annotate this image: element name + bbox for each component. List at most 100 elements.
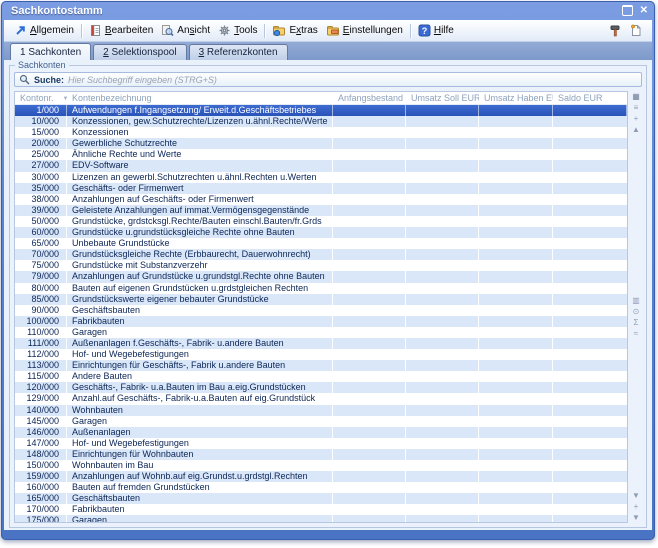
saldo-cell[interactable] [553,172,627,183]
menu-extras[interactable]: Extras [268,23,321,38]
umsatz-soll-cell[interactable] [406,160,479,171]
table-row[interactable]: 145/000 Garagen [15,416,627,427]
anfangsbestand-cell[interactable] [333,138,406,149]
saldo-cell[interactable] [553,127,627,138]
col-header-umsatz-soll[interactable]: Umsatz Soll EUR [406,92,479,104]
table-row[interactable]: 150/000 Wohnbauten im Bau [15,460,627,471]
saldo-cell[interactable] [553,493,627,504]
table-row[interactable]: 70/000 Grundstücksgleiche Rechte (Erbbau… [15,249,627,260]
anfangsbestand-cell[interactable] [333,493,406,504]
anfangsbestand-cell[interactable] [333,305,406,316]
saldo-cell[interactable] [553,515,627,523]
account-number-cell[interactable]: 148/000 [15,449,67,460]
account-name-cell[interactable]: Lizenzen an gewerbl.Schutzrechten u.ähnl… [67,172,333,183]
scroll-bottom-icon[interactable]: ▼ [630,512,643,523]
umsatz-soll-cell[interactable] [406,105,479,116]
umsatz-soll-cell[interactable] [406,283,479,294]
anfangsbestand-cell[interactable] [333,160,406,171]
table-row[interactable]: 140/000 Wohnbauten [15,405,627,416]
saldo-cell[interactable] [553,316,627,327]
account-name-cell[interactable]: Geschäfts- oder Firmenwert [67,183,333,194]
account-number-cell[interactable]: 38/000 [15,194,67,205]
anfangsbestand-cell[interactable] [333,515,406,523]
sum-icon[interactable]: Σ [630,317,643,328]
umsatz-soll-cell[interactable] [406,127,479,138]
umsatz-soll-cell[interactable] [406,194,479,205]
menu-bearbeiten[interactable]: Bearbeiten [85,23,157,38]
umsatz-soll-cell[interactable] [406,327,479,338]
umsatz-haben-cell[interactable] [479,482,553,493]
umsatz-haben-cell[interactable] [479,116,553,127]
umsatz-soll-cell[interactable] [406,249,479,260]
umsatz-haben-cell[interactable] [479,460,553,471]
account-name-cell[interactable]: Garagen [67,327,333,338]
umsatz-soll-cell[interactable] [406,382,479,393]
anfangsbestand-cell[interactable] [333,327,406,338]
table-row[interactable]: 35/000 Geschäfts- oder Firmenwert [15,183,627,194]
table-row[interactable]: 15/000 Konzessionen [15,127,627,138]
account-number-cell[interactable]: 65/000 [15,238,67,249]
umsatz-soll-cell[interactable] [406,271,479,282]
umsatz-haben-cell[interactable] [479,382,553,393]
umsatz-haben-cell[interactable] [479,371,553,382]
account-number-cell[interactable]: 50/000 [15,216,67,227]
umsatz-haben-cell[interactable] [479,149,553,160]
umsatz-haben-cell[interactable] [479,172,553,183]
account-name-cell[interactable]: Fabrikbauten [67,504,333,515]
account-name-cell[interactable]: Ähnliche Rechte und Werte [67,149,333,160]
saldo-cell[interactable] [553,482,627,493]
umsatz-soll-cell[interactable] [406,471,479,482]
umsatz-soll-cell[interactable] [406,149,479,160]
umsatz-haben-cell[interactable] [479,360,553,371]
umsatz-soll-cell[interactable] [406,305,479,316]
account-number-cell[interactable]: 160/000 [15,482,67,493]
umsatz-soll-cell[interactable] [406,316,479,327]
table-row[interactable]: 165/000 Geschäftsbauten [15,493,627,504]
account-number-cell[interactable]: 120/000 [15,382,67,393]
close-window-icon[interactable]: ✕ [640,6,648,16]
table-row[interactable]: 38/000 Anzahlungen auf Geschäfts- oder F… [15,194,627,205]
anfangsbestand-cell[interactable] [333,205,406,216]
account-number-cell[interactable]: 146/000 [15,427,67,438]
scroll-up-icon[interactable]: ▲ [630,124,643,135]
umsatz-soll-cell[interactable] [406,138,479,149]
umsatz-haben-cell[interactable] [479,338,553,349]
account-name-cell[interactable]: EDV-Software [67,160,333,171]
table-row[interactable]: 148/000 Einrichtungen für Wohnbauten [15,449,627,460]
umsatz-soll-cell[interactable] [406,504,479,515]
table-row[interactable]: 10/000 Konzessionen, gew.Schutzrechte/Li… [15,116,627,127]
saldo-cell[interactable] [553,305,627,316]
account-name-cell[interactable]: Geschäftsbauten [67,493,333,504]
anfangsbestand-cell[interactable] [333,227,406,238]
umsatz-soll-cell[interactable] [406,260,479,271]
anfangsbestand-cell[interactable] [333,271,406,282]
saldo-cell[interactable] [553,271,627,282]
umsatz-haben-cell[interactable] [479,327,553,338]
menu-tools[interactable]: Tools [214,23,261,38]
table-row[interactable]: 39/000 Geleistete Anzahlungen auf immat.… [15,205,627,216]
umsatz-haben-cell[interactable] [479,438,553,449]
saldo-cell[interactable] [553,249,627,260]
account-number-cell[interactable]: 27/000 [15,160,67,171]
umsatz-soll-cell[interactable] [406,338,479,349]
saldo-cell[interactable] [553,393,627,404]
account-name-cell[interactable]: Hof- und Wegebefestigungen [67,438,333,449]
saldo-cell[interactable] [553,416,627,427]
anfangsbestand-cell[interactable] [333,238,406,249]
saldo-cell[interactable] [553,405,627,416]
account-name-cell[interactable]: Konzessionen [67,127,333,138]
umsatz-haben-cell[interactable] [479,316,553,327]
umsatz-soll-cell[interactable] [406,116,479,127]
anfangsbestand-cell[interactable] [333,316,406,327]
account-number-cell[interactable]: 15/000 [15,127,67,138]
table-row[interactable]: 90/000 Geschäftsbauten [15,305,627,316]
anfangsbestand-cell[interactable] [333,338,406,349]
umsatz-soll-cell[interactable] [406,172,479,183]
umsatz-haben-cell[interactable] [479,416,553,427]
saldo-cell[interactable] [553,338,627,349]
account-number-cell[interactable]: 1/000 [15,105,67,116]
umsatz-soll-cell[interactable] [406,238,479,249]
umsatz-soll-cell[interactable] [406,294,479,305]
table-row[interactable]: 175/000 Garagen [15,515,627,523]
umsatz-haben-cell[interactable] [479,271,553,282]
